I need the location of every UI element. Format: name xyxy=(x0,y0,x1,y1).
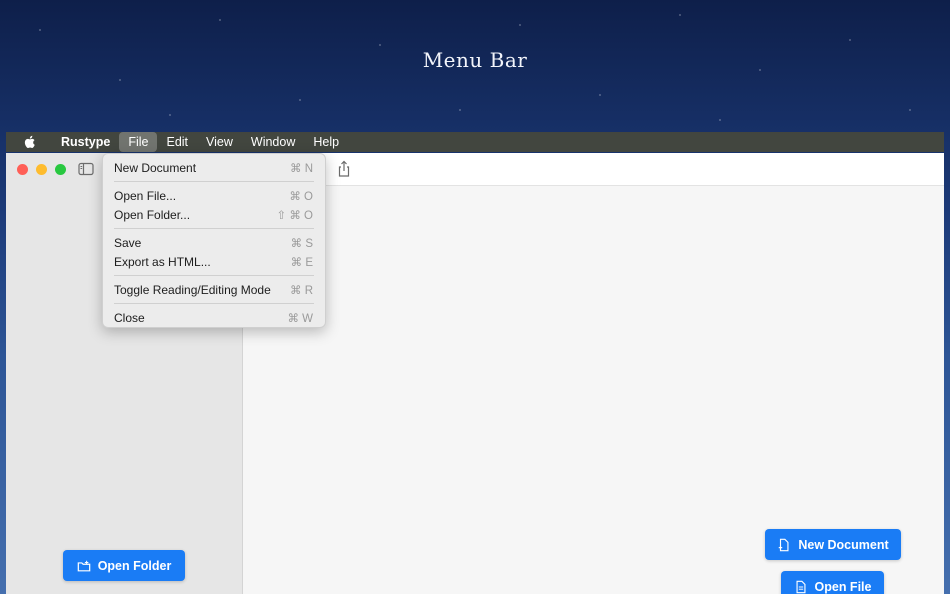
apple-icon[interactable] xyxy=(22,134,38,150)
menu-app-name[interactable]: Rustype xyxy=(52,132,119,152)
shortcut: ⌘ S xyxy=(290,237,313,250)
folder-icon xyxy=(77,560,90,571)
menu-help[interactable]: Help xyxy=(304,132,348,152)
new-document-button[interactable]: New Document xyxy=(765,529,901,560)
menu-separator xyxy=(114,228,314,229)
page-headline: Menu Bar xyxy=(422,48,528,72)
open-folder-label: Open Folder xyxy=(97,558,172,573)
menu-edit[interactable]: Edit xyxy=(157,132,197,152)
open-folder-button[interactable]: Open Folder xyxy=(63,550,185,581)
menu-item-close[interactable]: Close ⌘ W xyxy=(103,308,325,327)
menu-item-export-html[interactable]: Export as HTML... ⌘ E xyxy=(103,252,325,271)
maximize-window-button[interactable] xyxy=(55,164,66,175)
document-icon xyxy=(796,580,806,593)
toolbar xyxy=(243,153,944,186)
menu-view[interactable]: View xyxy=(197,132,242,152)
shortcut: ⇧ ⌘ O xyxy=(276,209,313,222)
shortcut: ⌘ W xyxy=(287,312,313,325)
minimize-window-button[interactable] xyxy=(36,164,47,175)
menu-separator xyxy=(114,275,314,276)
menu-item-toggle-mode[interactable]: Toggle Reading/Editing Mode ⌘ R xyxy=(103,280,325,299)
shortcut: ⌘ R xyxy=(290,284,313,297)
new-document-label: New Document xyxy=(798,537,889,552)
menu-item-open-folder[interactable]: Open Folder... ⇧ ⌘ O xyxy=(103,205,325,224)
window-controls xyxy=(17,164,66,175)
share-icon[interactable] xyxy=(337,160,351,178)
shortcut: ⌘ O xyxy=(289,190,313,203)
open-file-button[interactable]: Open File xyxy=(781,571,884,594)
menu-item-open-file[interactable]: Open File... ⌘ O xyxy=(103,186,325,205)
menu-bar: Rustype File Edit View Window Help xyxy=(6,132,944,152)
shortcut: ⌘ E xyxy=(290,256,313,269)
menu-item-save[interactable]: Save ⌘ S xyxy=(103,233,325,252)
sidebar-toggle-icon[interactable] xyxy=(78,162,94,176)
menu-item-new-document[interactable]: New Document ⌘ N xyxy=(103,158,325,177)
open-file-label: Open File xyxy=(814,579,872,594)
shortcut: ⌘ N xyxy=(290,162,313,175)
file-menu-dropdown: New Document ⌘ N Open File... ⌘ O Open F… xyxy=(102,153,326,328)
menu-file[interactable]: File xyxy=(119,132,158,152)
document-new-icon xyxy=(779,538,789,551)
menu-window[interactable]: Window xyxy=(242,132,304,152)
menu-separator xyxy=(114,303,314,304)
close-window-button[interactable] xyxy=(17,164,28,175)
menu-separator xyxy=(114,181,314,182)
